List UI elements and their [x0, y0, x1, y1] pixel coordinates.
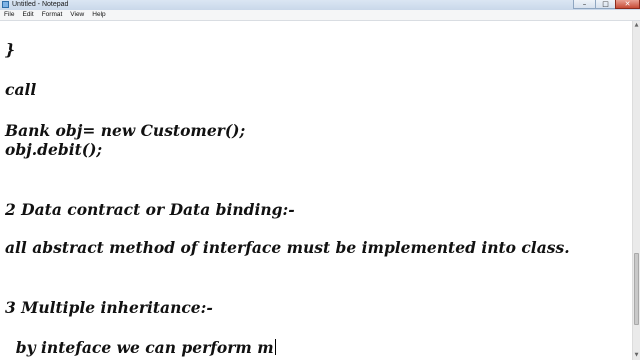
notepad-icon	[2, 1, 9, 8]
close-button[interactable]: ✕	[615, 0, 640, 9]
editor-line: Bank obj= new Customer();	[5, 121, 246, 140]
editor-line-current: by inteface we can perform m	[5, 339, 276, 357]
scroll-down-arrow-icon[interactable]: ▼	[633, 351, 640, 360]
editor-line: }	[5, 40, 15, 59]
editor-line: 3 Multiple inheritance:-	[5, 298, 213, 317]
maximize-button[interactable]: □	[595, 0, 615, 9]
scrollbar-thumb[interactable]	[634, 253, 639, 325]
menu-format[interactable]: Format	[38, 10, 67, 20]
minimize-button[interactable]: –	[573, 0, 595, 9]
vertical-scrollbar[interactable]: ▲ ▼	[632, 21, 640, 360]
editor-line: call	[5, 80, 37, 99]
text-editor[interactable]: } call Bank obj= new Customer(); obj.deb…	[0, 21, 632, 360]
window-title: Untitled - Notepad	[12, 1, 69, 8]
editor-line: obj.debit();	[5, 140, 103, 159]
editor-line-text: by inteface we can perform m	[5, 338, 274, 357]
text-caret	[274, 339, 276, 355]
menu-bar: File Edit Format View Help	[0, 10, 640, 21]
menu-file[interactable]: File	[0, 10, 18, 20]
menu-edit[interactable]: Edit	[18, 10, 37, 20]
menu-help[interactable]: Help	[88, 10, 109, 20]
editor-line: 2 Data contract or Data binding:-	[5, 200, 295, 219]
editor-line: all abstract method of interface must be…	[5, 238, 570, 257]
scroll-up-arrow-icon[interactable]: ▲	[633, 21, 640, 30]
menu-view[interactable]: View	[66, 10, 88, 20]
